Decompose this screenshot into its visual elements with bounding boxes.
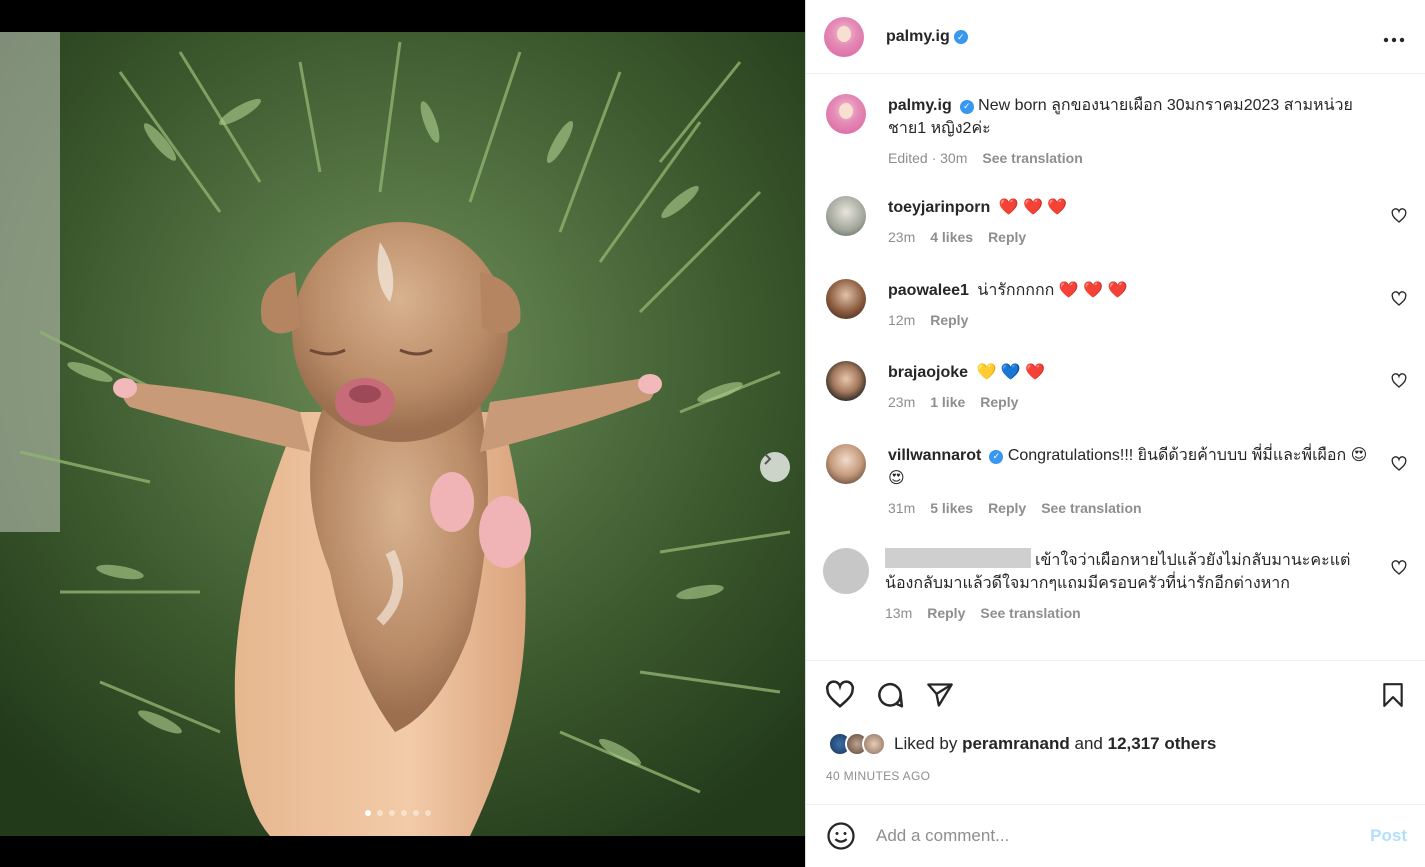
post-photo[interactable] (0, 32, 805, 836)
comment-bubble-icon (878, 683, 904, 708)
comment-time[interactable]: 12m (888, 309, 915, 332)
post-caption: palmy.ig ✓ New born ลูกของนายเผือก 30มกรา… (826, 94, 1407, 170)
comments-list: palmy.ig ✓ New born ลูกของนายเผือก 30มกรา… (806, 74, 1425, 660)
liked-by-and: and (1074, 734, 1103, 753)
comment-username[interactable]: paowalee1 (888, 282, 969, 299)
comment-item: paowalee1 น่ารักกกกก ❤️ ❤️ ❤️ 12m Reply (826, 279, 1407, 332)
comment-text: ❤️ ❤️ ❤️ (998, 199, 1068, 216)
heart-icon[interactable] (1391, 208, 1407, 224)
puppy-photo-illustration (0, 32, 805, 836)
caption-edited-time: Edited · 30m (888, 150, 968, 166)
see-translation-link[interactable]: See translation (982, 147, 1082, 170)
carousel-dot[interactable] (377, 810, 383, 816)
post-sidebar: palmy.ig ✓ palmy.ig ✓ New born ลูกของนายเผ… (805, 0, 1425, 867)
comment-username[interactable]: toeyjarinporn (888, 199, 990, 216)
post-header: palmy.ig ✓ (806, 0, 1425, 74)
commenter-avatar[interactable] (826, 361, 866, 401)
verified-badge-icon: ✓ (989, 449, 1004, 464)
comment-item: เข้าใจว่าเผือกหายไปแล้วยังไม่กลับมานะคะแ… (823, 548, 1407, 625)
see-translation-link[interactable]: See translation (1041, 497, 1141, 520)
carousel-dot[interactable] (365, 810, 371, 816)
comment-text: 💛 💙 ❤️ (976, 364, 1046, 381)
heart-icon[interactable] (1391, 291, 1407, 307)
comment-likes[interactable]: 1 like (930, 391, 965, 414)
likes-count[interactable]: 12,317 others (1108, 734, 1217, 754)
commenter-avatar[interactable] (826, 279, 866, 319)
carousel-dot[interactable] (413, 810, 419, 816)
like-button[interactable] (824, 679, 856, 711)
bookmark-icon (1383, 683, 1403, 707)
carousel-dot[interactable] (401, 810, 407, 816)
heart-icon[interactable] (1391, 373, 1407, 389)
verified-badge-icon: ✓ (959, 99, 974, 114)
liker-avatars (828, 731, 890, 757)
comment-time[interactable]: 23m (888, 226, 915, 249)
heart-icon (825, 680, 855, 708)
emoji-smile-icon[interactable] (826, 821, 856, 851)
post-media-pane (0, 0, 805, 867)
carousel-dot[interactable] (389, 810, 395, 816)
comment-likes[interactable]: 4 likes (930, 226, 973, 249)
chevron-right-icon (764, 453, 772, 465)
post-actions: Liked by peramranand and 12,317 others 4… (806, 660, 1425, 804)
author-avatar[interactable] (824, 16, 864, 57)
comment-username[interactable]: brajaojoke (888, 364, 968, 381)
heart-icon[interactable] (1391, 456, 1407, 472)
carousel-dot[interactable] (425, 810, 431, 816)
commenter-avatar[interactable] (826, 196, 866, 236)
share-button[interactable] (924, 679, 956, 711)
verified-badge-icon: ✓ (953, 30, 968, 44)
reply-button[interactable]: Reply (927, 602, 965, 625)
post-timestamp[interactable]: 40 MINUTES AGO (826, 769, 930, 783)
comment-likes[interactable]: 5 likes (930, 497, 973, 520)
save-button[interactable] (1377, 679, 1409, 711)
paper-plane-icon (927, 683, 953, 707)
post-comment-button[interactable]: Post (1370, 826, 1407, 846)
caption-meta: Edited · 30m See translation (888, 147, 1377, 170)
heart-icon[interactable] (1391, 560, 1407, 576)
comment-text: น่ารักกกกก ❤️ ❤️ ❤️ (977, 282, 1128, 299)
more-horizontal-icon (1383, 37, 1405, 43)
liked-by-user[interactable]: peramranand (962, 734, 1070, 754)
carousel-next-button[interactable] (760, 452, 790, 482)
comment-item: villwannarot ✓ Congratulations!!! ยินดีด้… (826, 444, 1407, 520)
liked-by-prefix: Liked by (894, 734, 958, 753)
reply-button[interactable]: Reply (930, 309, 968, 332)
reply-button[interactable]: Reply (988, 226, 1026, 249)
add-comment-bar: Post (806, 804, 1425, 867)
author-username[interactable]: palmy.ig (886, 28, 950, 45)
carousel-dots (365, 810, 431, 816)
reply-button[interactable]: Reply (988, 497, 1026, 520)
caption-username[interactable]: palmy.ig (888, 97, 952, 114)
caption-text: New born ลูกของนายเผือก 30มกราคม2023 สาม… (888, 97, 1353, 137)
see-translation-link[interactable]: See translation (980, 602, 1080, 625)
redacted-username (885, 548, 1031, 568)
comment-button[interactable] (874, 679, 906, 711)
commenter-avatar[interactable] (823, 548, 869, 594)
comment-item: toeyjarinporn ❤️ ❤️ ❤️ 23m 4 likes Reply (826, 196, 1407, 249)
more-options-button[interactable] (1383, 26, 1405, 46)
comment-time[interactable]: 13m (885, 602, 912, 625)
commenter-avatar[interactable] (826, 444, 866, 484)
comment-time[interactable]: 23m (888, 391, 915, 414)
author-username-wrap: palmy.ig ✓ (886, 28, 968, 46)
action-bar (824, 679, 1409, 711)
author-avatar[interactable] (826, 94, 866, 134)
likes-summary: Liked by peramranand and 12,317 others (828, 731, 1216, 757)
comment-username[interactable]: villwannarot (888, 447, 981, 464)
reply-button[interactable]: Reply (980, 391, 1018, 414)
comment-time[interactable]: 31m (888, 497, 915, 520)
comment-input[interactable] (876, 826, 1361, 846)
comment-item: brajaojoke 💛 💙 ❤️ 23m 1 like Reply (826, 361, 1407, 414)
liker-avatar[interactable] (862, 732, 886, 756)
